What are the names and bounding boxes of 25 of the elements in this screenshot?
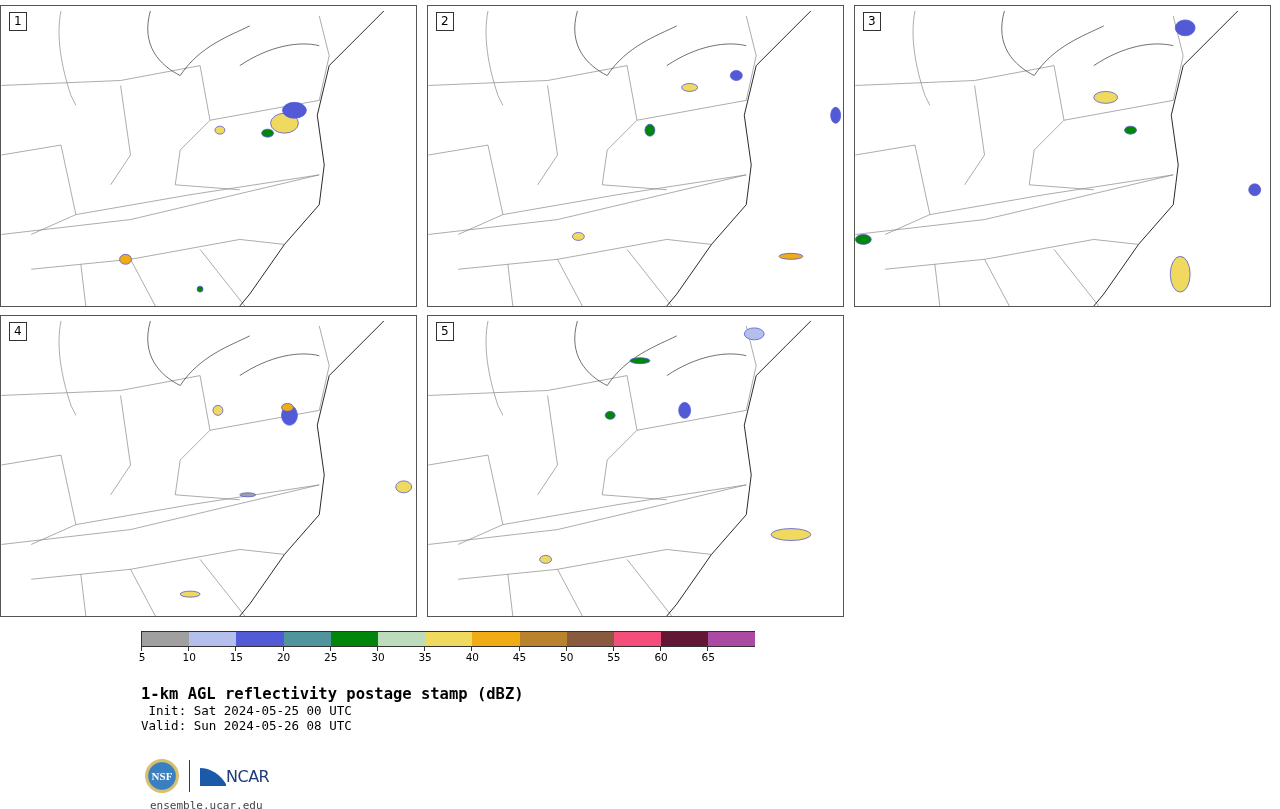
panel-number: 3 [863, 12, 881, 31]
swoosh-icon [200, 766, 226, 786]
scale-tick-label: 20 [276, 651, 291, 663]
scale-tick-label: 30 [371, 651, 385, 663]
scale-tick-label: 45 [512, 651, 527, 663]
scale-tick-label: 25 [324, 651, 338, 663]
panel-number: 2 [436, 12, 454, 31]
scale-tick-label: 5 [138, 651, 146, 663]
init-time: Init: Sat 2024-05-25 00 UTC [147, 703, 353, 718]
website-link[interactable]: ensemble.ucar.edu [150, 799, 1280, 809]
scale-tick-label: 50 [560, 651, 574, 663]
valid-time: Valid: Sun 2024-05-26 08 UTC [141, 718, 353, 733]
scale-tick-label: 10 [182, 651, 196, 663]
panel-number: 4 [9, 322, 27, 341]
scale-tick-label: 15 [229, 651, 244, 663]
scale-tick-label: 65 [701, 651, 715, 663]
scale-tick-label: 40 [465, 651, 479, 663]
nsf-logo: NSF [145, 759, 179, 793]
scale-tick-label: 60 [654, 651, 668, 663]
panel-number: 1 [9, 12, 27, 31]
chart-title: 1-km AGL reflectivity postage stamp (dBZ) [141, 685, 525, 703]
scale-tick-label: 55 [607, 651, 621, 663]
ncar-logo: NCAR [226, 766, 270, 786]
panel-number: 5 [436, 322, 454, 341]
scale-tick-label: 35 [418, 651, 432, 663]
